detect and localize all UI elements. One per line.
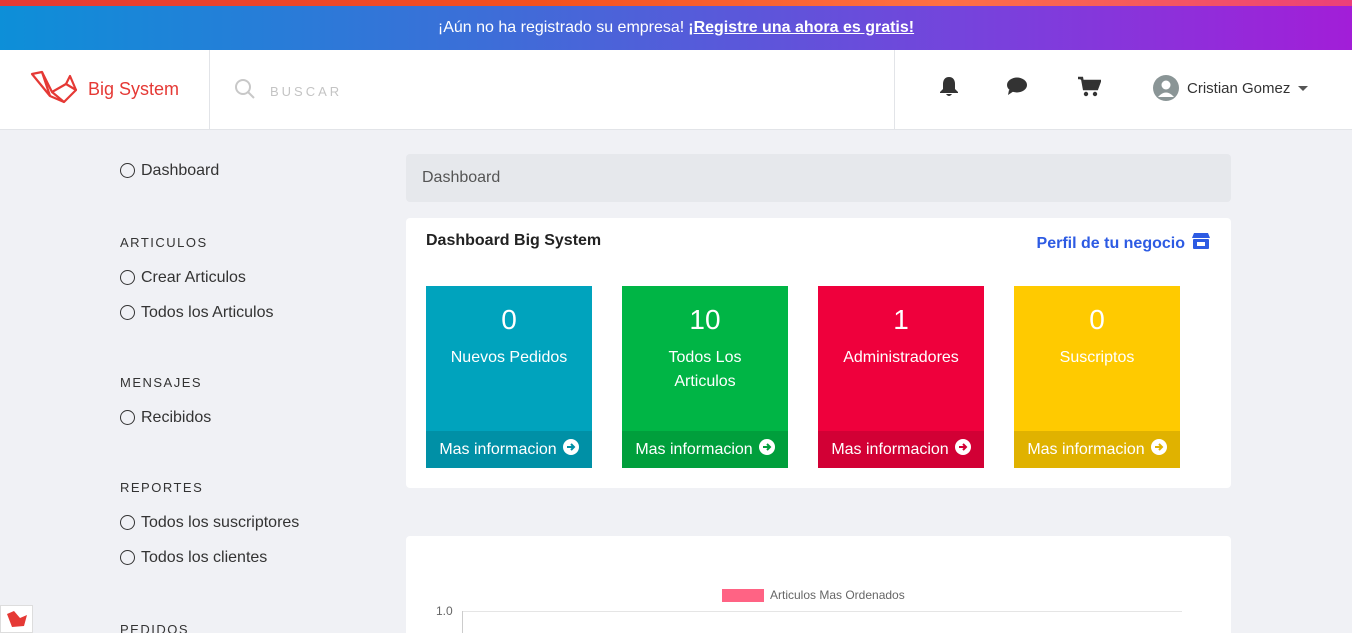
circle-icon <box>120 515 135 530</box>
sidebar-item-label: Dashboard <box>141 161 220 179</box>
sidebar-item-label: Crear Articulos <box>141 268 246 286</box>
avatar <box>1153 75 1179 101</box>
chart-gridline <box>462 611 1182 612</box>
top-navbar: Big System BUSCAR Cristian Gomez <box>0 50 1352 130</box>
promo-register-link[interactable]: ¡Registre una ahora es gratis! <box>688 19 914 37</box>
stat-footer-label: Mas informacion <box>831 440 949 458</box>
sidebar-item-crear-articulos[interactable]: Crear Articulos <box>120 260 370 295</box>
stat-value: 0 <box>1089 304 1105 335</box>
legend-label: Articulos Mas Ordenados <box>770 588 905 602</box>
stat-more-info-link[interactable]: Mas informacion <box>818 431 984 468</box>
circle-icon <box>120 550 135 565</box>
breadcrumb: Dashboard <box>406 154 1231 202</box>
sidebar-heading-pedidos: PEDIDOS <box>120 622 190 633</box>
stat-card-nuevos-pedidos: 0 Nuevos Pedidos Mas informacion <box>426 286 592 468</box>
sidebar-heading-articulos: ARTICULOS <box>120 235 208 250</box>
sidebar-item-clientes[interactable]: Todos los clientes <box>120 540 370 575</box>
user-menu[interactable]: Cristian Gomez <box>1153 75 1309 101</box>
stat-value: 10 <box>689 304 721 335</box>
chart-y-axis <box>462 611 463 633</box>
business-profile-link[interactable]: Perfil de tu negocio <box>1037 232 1211 255</box>
store-icon <box>1185 232 1211 255</box>
stat-footer-label: Mas informacion <box>635 440 753 458</box>
brand[interactable]: Big System <box>0 50 210 129</box>
search-input[interactable] <box>270 84 570 99</box>
nav-actions: Cristian Gomez <box>894 50 1352 129</box>
stat-label: Todos Los Articulos <box>668 349 742 390</box>
chart-legend: Articulos Mas Ordenados <box>722 588 905 602</box>
stat-card-administradores: 1 Administradores Mas informacion <box>818 286 984 468</box>
stat-label: Suscriptos <box>1059 349 1135 366</box>
sidebar-item-label: Recibidos <box>141 408 212 426</box>
y-tick-label: 1.0 <box>436 604 453 618</box>
stat-value: 0 <box>501 304 517 335</box>
chevron-down-icon <box>1298 85 1309 91</box>
sidebar-item-label: Todos los suscriptores <box>141 513 300 531</box>
dashboard-card: Dashboard Big System Perfil de tu negoci… <box>406 218 1231 488</box>
business-profile-label: Perfil de tu negocio <box>1036 234 1185 252</box>
circle-icon <box>120 270 135 285</box>
laravel-logo-icon <box>30 70 78 109</box>
circle-icon <box>120 410 135 425</box>
search-box[interactable] <box>234 78 570 105</box>
stat-label: Administradores <box>843 349 959 366</box>
sidebar-item-dashboard[interactable]: Dashboard <box>120 153 370 188</box>
stat-value: 1 <box>893 304 909 335</box>
legend-swatch <box>722 588 764 602</box>
stat-card-todos-articulos: 10 Todos Los Articulos Mas informacion <box>622 286 788 468</box>
sidebar-item-label: Todos los Articulos <box>141 303 274 321</box>
circle-icon <box>120 305 135 320</box>
stat-card-suscriptos: 0 Suscriptos Mas informacion <box>1014 286 1180 468</box>
sidebar-item-label: Todos los clientes <box>141 548 268 566</box>
sidebar-item-recibidos[interactable]: Recibidos <box>120 400 370 435</box>
sidebar-item-suscriptores[interactable]: Todos los suscriptores <box>120 505 370 540</box>
promo-banner: ¡Aún no ha registrado su empresa! ¡Regis… <box>0 6 1352 50</box>
chart-card: Articulos Mas Ordenados 1.0 <box>406 536 1231 633</box>
arrow-circle-right-icon <box>557 439 579 460</box>
page-title: Dashboard Big System <box>426 232 602 249</box>
sidebar: Dashboard ARTICULOS Crear Articulos Todo… <box>120 130 370 633</box>
brand-name: Big System <box>88 79 180 99</box>
debug-bar-icon[interactable] <box>0 605 33 633</box>
search-icon <box>234 78 256 105</box>
stat-more-info-link[interactable]: Mas informacion <box>426 431 592 468</box>
stat-footer-label: Mas informacion <box>1027 440 1145 458</box>
arrow-circle-right-icon <box>949 439 971 460</box>
promo-text: ¡Aún no ha registrado su empresa! <box>437 19 685 36</box>
cart-icon[interactable] <box>1077 76 1102 103</box>
arrow-circle-right-icon <box>1145 439 1167 460</box>
sidebar-heading-reportes: REPORTES <box>120 480 204 495</box>
user-name: Cristian Gomez <box>1187 79 1291 97</box>
stat-label: Nuevos Pedidos <box>450 349 568 366</box>
stat-more-info-link[interactable]: Mas informacion <box>622 431 788 468</box>
bell-icon[interactable] <box>939 76 959 103</box>
stat-footer-label: Mas informacion <box>439 440 557 458</box>
chat-icon[interactable] <box>1006 76 1028 101</box>
stat-more-info-link[interactable]: Mas informacion <box>1014 431 1180 468</box>
sidebar-item-todos-articulos[interactable]: Todos los Articulos <box>120 295 370 330</box>
circle-icon <box>120 163 135 178</box>
sidebar-heading-mensajes: MENSAJES <box>120 375 203 390</box>
arrow-circle-right-icon <box>753 439 775 460</box>
